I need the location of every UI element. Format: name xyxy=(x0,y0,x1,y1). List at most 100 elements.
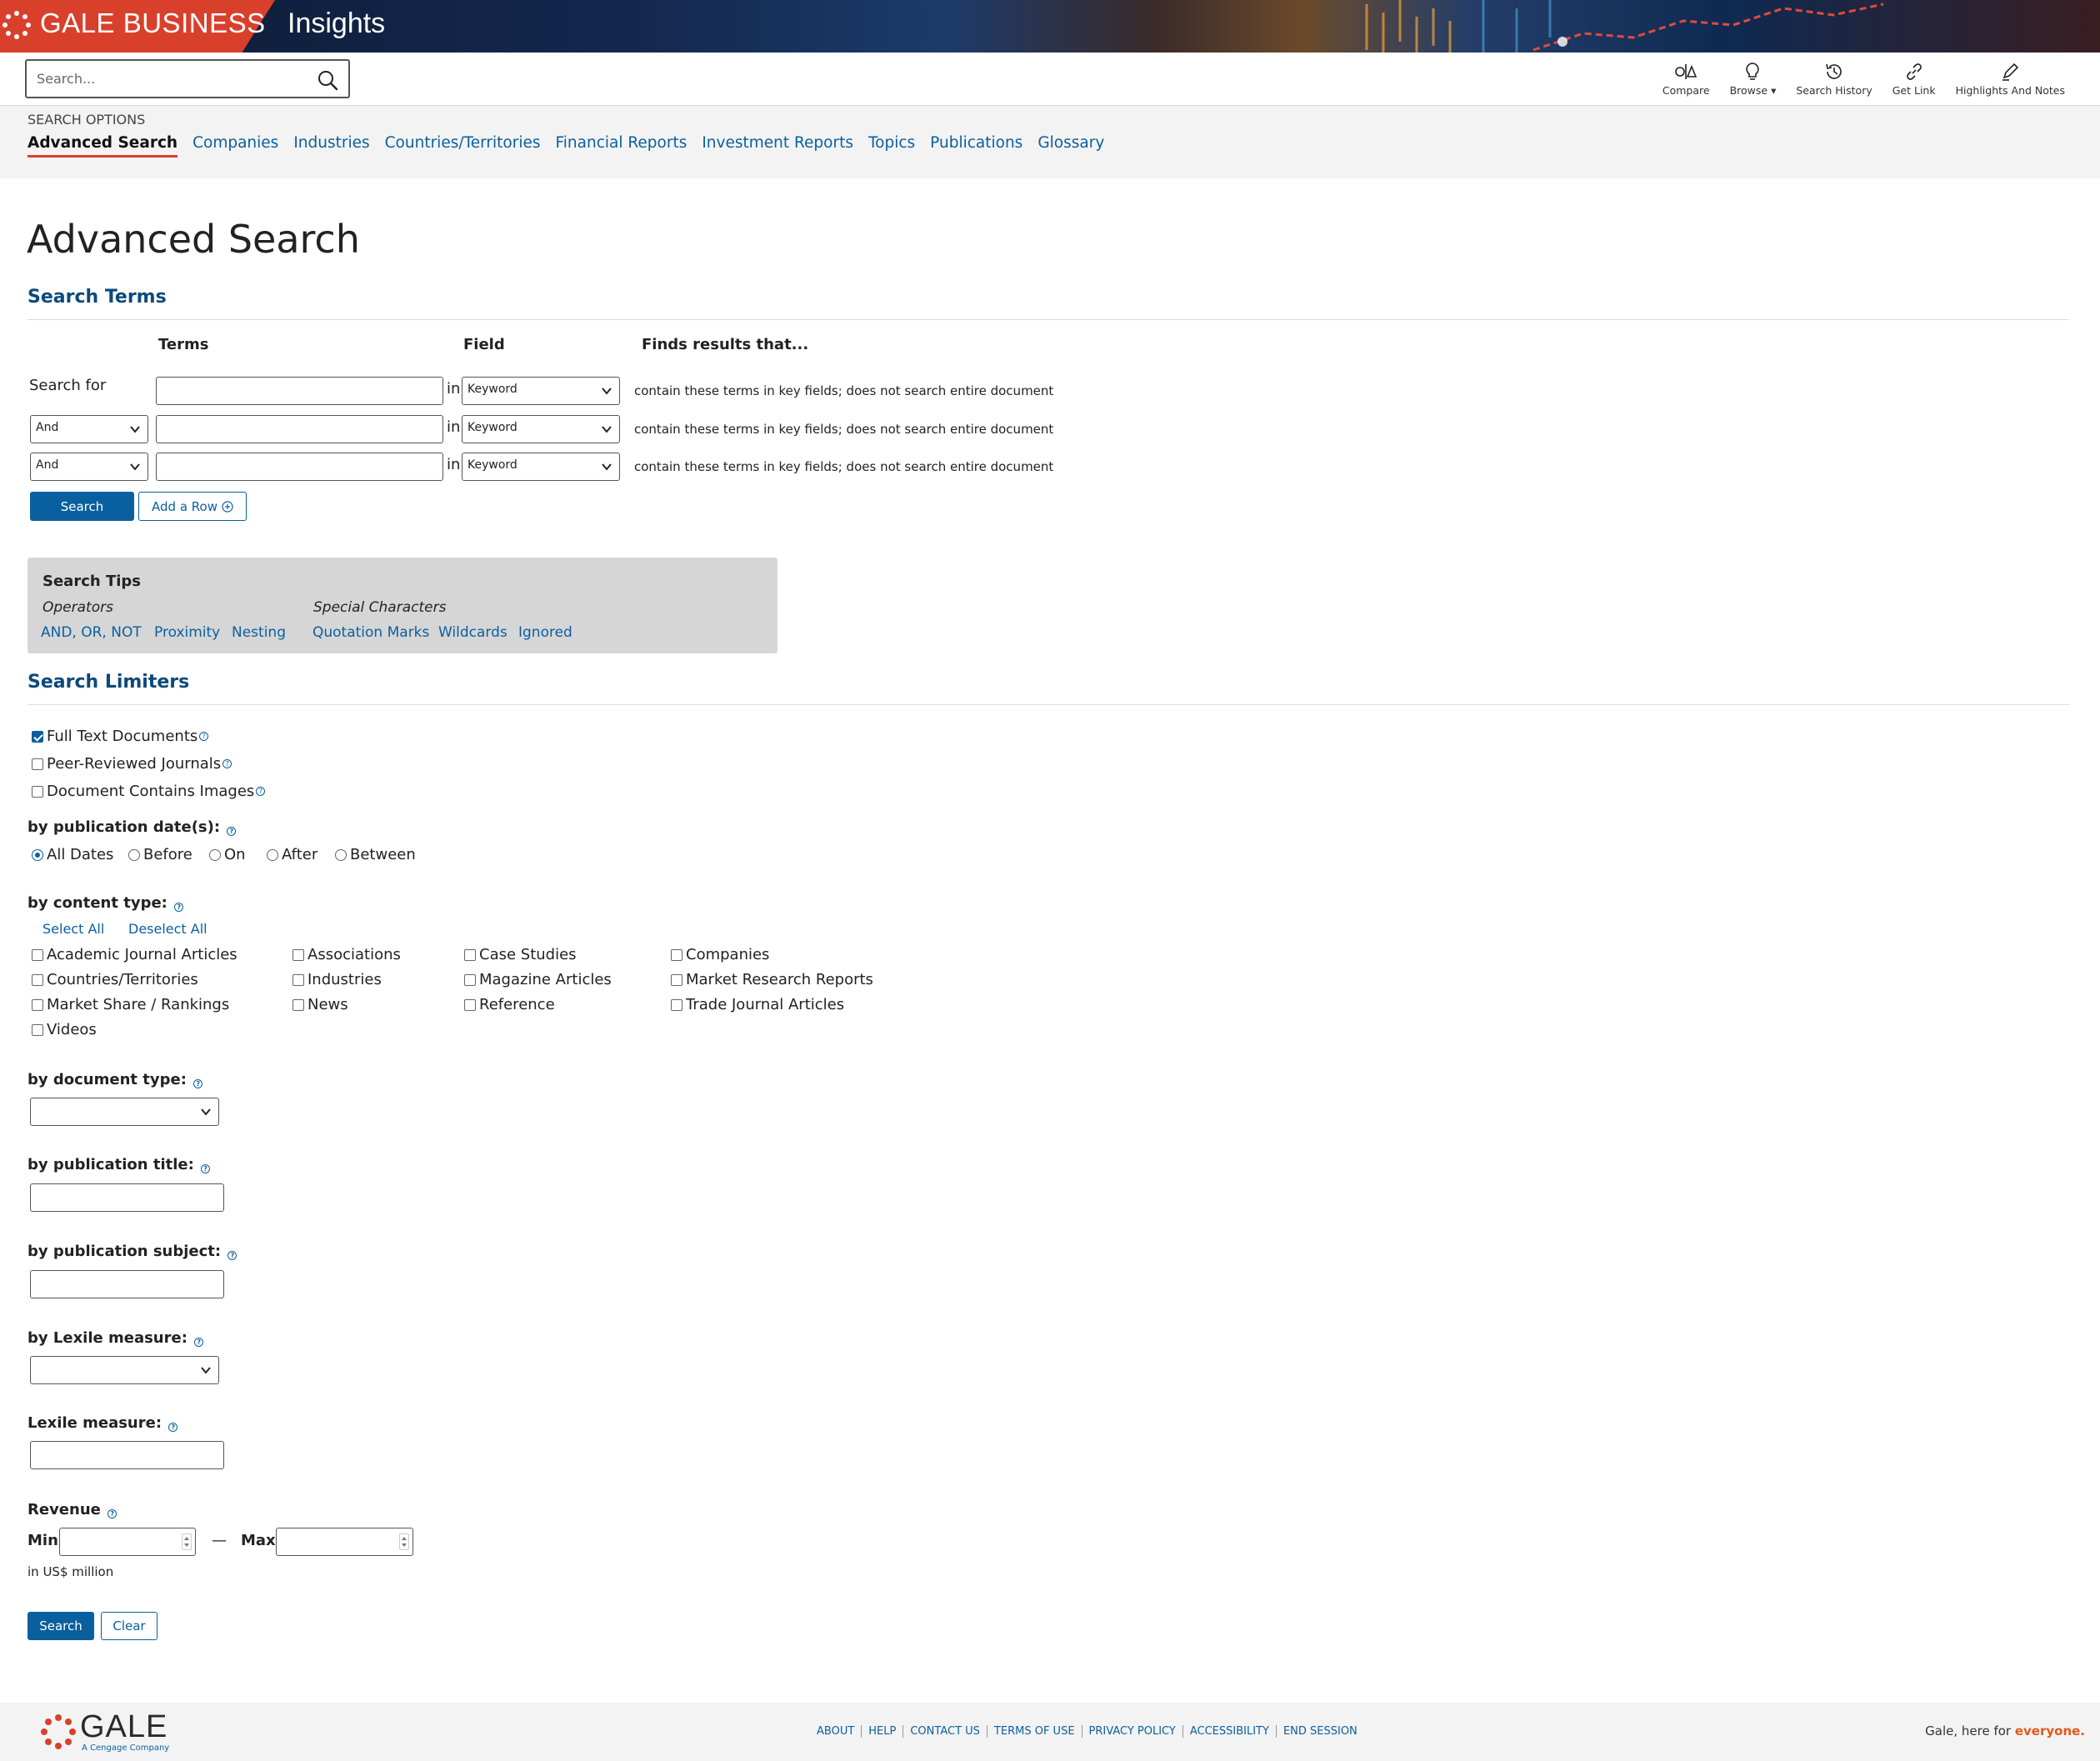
search-button[interactable]: Search xyxy=(30,492,134,521)
help-icon[interactable]: ? xyxy=(228,1251,238,1260)
help-icon[interactable]: ? xyxy=(193,1079,203,1088)
content-type-checkbox[interactable]: Industries xyxy=(292,971,382,988)
checkbox[interactable] xyxy=(32,948,43,961)
checkbox[interactable] xyxy=(464,948,476,961)
footer-logo-name[interactable]: GALE xyxy=(80,1709,168,1745)
get-link-button[interactable]: Get Link xyxy=(1882,61,1946,97)
revenue-min-input[interactable] xyxy=(59,1528,196,1556)
tab-financial-reports[interactable]: Financial Reports xyxy=(555,134,687,158)
gale-pinwheel-icon[interactable] xyxy=(0,8,33,42)
radio[interactable] xyxy=(128,848,140,861)
content-type-checkbox[interactable]: News xyxy=(292,996,348,1013)
tab-industries[interactable]: Industries xyxy=(293,134,369,158)
content-type-checkbox[interactable]: Market Share / Rankings xyxy=(32,996,229,1013)
product-name[interactable]: Insights xyxy=(288,8,385,40)
content-type-checkbox[interactable]: Trade Journal Articles xyxy=(671,996,844,1013)
date-on-radio[interactable]: On xyxy=(209,846,246,863)
date-before-radio[interactable]: Before xyxy=(128,846,192,863)
content-type-checkbox[interactable]: Videos xyxy=(32,1021,97,1038)
tab-companies[interactable]: Companies xyxy=(192,134,278,158)
tip-wildcards-link[interactable]: Wildcards xyxy=(438,624,508,641)
compare-button[interactable]: Compare xyxy=(1652,61,1720,97)
footer-link-contact[interactable]: CONTACT US xyxy=(902,1725,987,1738)
publication-subject-input[interactable] xyxy=(30,1270,224,1298)
search-term-input-3[interactable] xyxy=(156,453,443,481)
peer-reviewed-checkbox[interactable]: Peer-Reviewed Journals? xyxy=(32,755,232,773)
full-text-checkbox[interactable]: Full Text Documents? xyxy=(32,728,209,745)
content-type-checkbox[interactable]: Reference xyxy=(464,996,555,1013)
lexile-select[interactable] xyxy=(30,1356,219,1384)
checkbox[interactable] xyxy=(671,998,682,1011)
tab-countries-territories[interactable]: Countries/Territories xyxy=(385,134,541,158)
tip-nesting-link[interactable]: Nesting xyxy=(232,624,286,641)
checkbox[interactable] xyxy=(32,998,43,1011)
tab-publications[interactable]: Publications xyxy=(930,134,1022,158)
deselect-all-link[interactable]: Deselect All xyxy=(128,921,208,937)
footer-link-accessibility[interactable]: ACCESSIBILITY xyxy=(1182,1725,1276,1738)
operator-select-3[interactable]: And xyxy=(30,453,148,481)
footer-link-help[interactable]: HELP xyxy=(861,1725,902,1738)
checkbox[interactable] xyxy=(464,998,476,1011)
checkbox[interactable] xyxy=(671,948,682,961)
field-select-3[interactable]: Keyword xyxy=(462,453,620,481)
date-after-radio[interactable]: After xyxy=(267,846,318,863)
help-icon[interactable]: ? xyxy=(194,1338,204,1347)
add-row-button[interactable]: Add a Row xyxy=(138,492,247,521)
footer-link-privacy[interactable]: PRIVACY POLICY xyxy=(1081,1725,1182,1738)
radio[interactable] xyxy=(209,848,221,861)
tab-advanced-search[interactable]: Advanced Search xyxy=(28,134,178,158)
gale-logo-icon[interactable] xyxy=(38,1711,79,1753)
search-term-input-1[interactable] xyxy=(156,377,443,405)
content-type-checkbox[interactable]: Magazine Articles xyxy=(464,971,612,988)
content-type-checkbox[interactable]: Case Studies xyxy=(464,946,577,963)
number-spinner[interactable] xyxy=(182,1533,192,1550)
help-icon[interactable]: ? xyxy=(199,732,209,741)
contains-images-checkbox[interactable]: Document Contains Images? xyxy=(32,783,266,800)
content-type-checkbox[interactable]: Market Research Reports xyxy=(671,971,873,988)
date-all-radio[interactable]: All Dates xyxy=(32,846,113,863)
limiters-search-button[interactable]: Search xyxy=(28,1612,94,1640)
tip-quotation-marks-link[interactable]: Quotation Marks xyxy=(312,624,429,641)
search-icon[interactable] xyxy=(317,69,338,91)
search-term-input-2[interactable] xyxy=(156,415,443,443)
radio[interactable] xyxy=(267,848,278,861)
revenue-max-input[interactable] xyxy=(276,1528,413,1556)
checkbox[interactable] xyxy=(32,758,43,770)
tip-and-or-not-link[interactable]: AND, OR, NOT xyxy=(41,624,142,641)
radio[interactable] xyxy=(335,848,347,861)
number-spinner[interactable] xyxy=(399,1533,409,1550)
document-type-select[interactable] xyxy=(30,1098,219,1126)
help-icon[interactable]: ? xyxy=(108,1509,118,1518)
checkbox[interactable] xyxy=(671,973,682,986)
tab-glossary[interactable]: Glossary xyxy=(1038,134,1104,158)
footer-link-end-session[interactable]: END SESSION xyxy=(1275,1725,1364,1738)
field-select-1[interactable]: Keyword xyxy=(462,377,620,405)
operator-select-2[interactable]: And xyxy=(30,415,148,443)
radio-selected[interactable] xyxy=(32,848,43,861)
footer-link-terms[interactable]: TERMS OF USE xyxy=(986,1725,1082,1738)
clear-button[interactable]: Clear xyxy=(101,1612,158,1640)
content-type-checkbox[interactable]: Academic Journal Articles xyxy=(32,946,238,963)
brand-name[interactable]: GALE BUSINESS xyxy=(40,8,266,39)
checkbox[interactable] xyxy=(32,1023,43,1036)
content-type-checkbox[interactable]: Associations xyxy=(292,946,401,963)
help-icon[interactable]: ? xyxy=(174,903,184,912)
content-type-checkbox[interactable]: Countries/Territories xyxy=(32,971,198,988)
global-search-input[interactable] xyxy=(37,68,303,90)
checkbox[interactable] xyxy=(32,785,43,798)
help-icon[interactable]: ? xyxy=(256,787,266,796)
help-icon[interactable]: ? xyxy=(222,759,232,768)
help-icon[interactable]: ? xyxy=(201,1164,211,1173)
browse-button[interactable]: Browse ▾ xyxy=(1720,61,1787,97)
highlights-notes-button[interactable]: Highlights And Notes xyxy=(1946,61,2075,97)
help-icon[interactable]: ? xyxy=(227,827,237,836)
help-icon[interactable]: ? xyxy=(168,1423,178,1432)
checkbox[interactable] xyxy=(292,973,304,986)
checkbox[interactable] xyxy=(32,973,43,986)
tip-proximity-link[interactable]: Proximity xyxy=(154,624,220,641)
tab-investment-reports[interactable]: Investment Reports xyxy=(702,134,853,158)
select-all-link[interactable]: Select All xyxy=(42,921,104,937)
lexile-measure-input[interactable] xyxy=(30,1441,224,1469)
content-type-checkbox[interactable]: Companies xyxy=(671,946,769,963)
search-history-button[interactable]: Search History xyxy=(1786,61,1882,97)
